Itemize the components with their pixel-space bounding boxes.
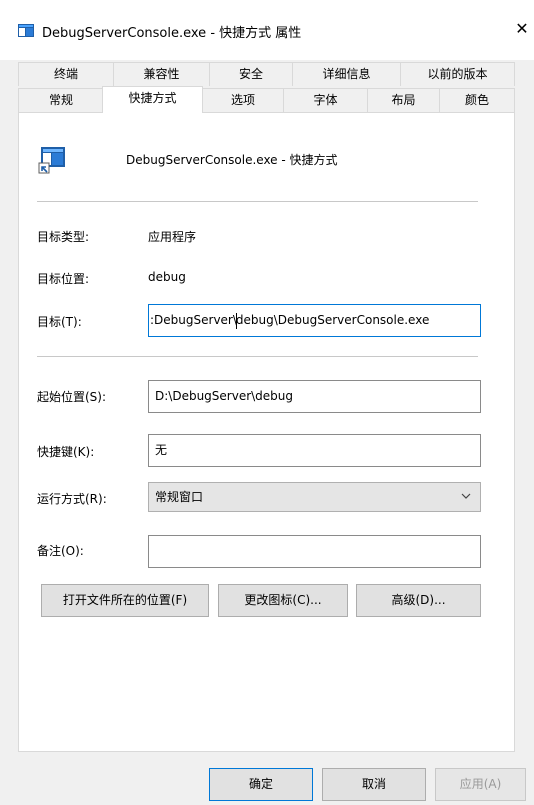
target-value-after-caret: debug\DebugServerConsole.exe [235,313,430,327]
cancel-button[interactable]: 取消 [322,768,426,801]
target-value-before-caret: :DebugServer\ [150,313,237,327]
separator [37,201,478,202]
close-icon[interactable]: ✕ [512,19,532,39]
app-icon [18,24,34,37]
tab-colors[interactable]: 颜色 [439,88,515,112]
advanced-button[interactable]: 高级(D)... [356,584,481,617]
target-field[interactable]: :DebugServer\debug\DebugServerConsole.ex… [148,304,481,337]
ok-button[interactable]: 确定 [209,768,313,801]
tab-compatibility[interactable]: 兼容性 [113,62,210,86]
run-label: 运行方式(R): [37,492,107,506]
title-bar: DebugServerConsole.exe - 快捷方式 属性 ✕ [0,0,534,60]
tab-terminal[interactable]: 终端 [18,62,114,86]
hotkey-field[interactable]: 无 [148,434,481,467]
target-location-value: debug [148,270,186,284]
start-in-label: 起始位置(S): [37,390,107,404]
tab-details[interactable]: 详细信息 [292,62,401,86]
tab-previous-versions[interactable]: 以前的版本 [400,62,515,86]
start-in-field[interactable]: D:\DebugServer\debug [148,380,481,413]
tab-options[interactable]: 选项 [202,88,284,112]
separator [37,356,478,357]
tab-shortcut[interactable]: 快捷方式 [102,86,203,113]
comment-label: 备注(O): [37,544,84,558]
shortcut-name: DebugServerConsole.exe - 快捷方式 [126,153,338,167]
tab-font[interactable]: 字体 [283,88,368,112]
window-title: DebugServerConsole.exe - 快捷方式 属性 [42,26,302,41]
tab-layout[interactable]: 布局 [367,88,440,112]
open-file-location-button[interactable]: 打开文件所在的位置(F) [41,584,209,617]
target-type-value: 应用程序 [148,230,197,244]
apply-button[interactable]: 应用(A) [435,768,526,801]
chevron-down-icon [461,493,471,499]
change-icon-button[interactable]: 更改图标(C)... [218,584,348,617]
hotkey-label: 快捷键(K): [37,445,95,459]
shortcut-app-icon [38,147,65,174]
target-type-label: 目标类型: [37,230,90,244]
shortcut-panel [18,112,515,752]
run-select-value: 常规窗口 [155,490,204,504]
target-location-label: 目标位置: [37,272,90,286]
run-select[interactable]: 常规窗口 [148,482,481,512]
target-label: 目标(T): [37,315,82,329]
tab-general[interactable]: 常规 [18,88,104,112]
tab-security[interactable]: 安全 [209,62,293,86]
comment-field[interactable] [148,535,481,568]
